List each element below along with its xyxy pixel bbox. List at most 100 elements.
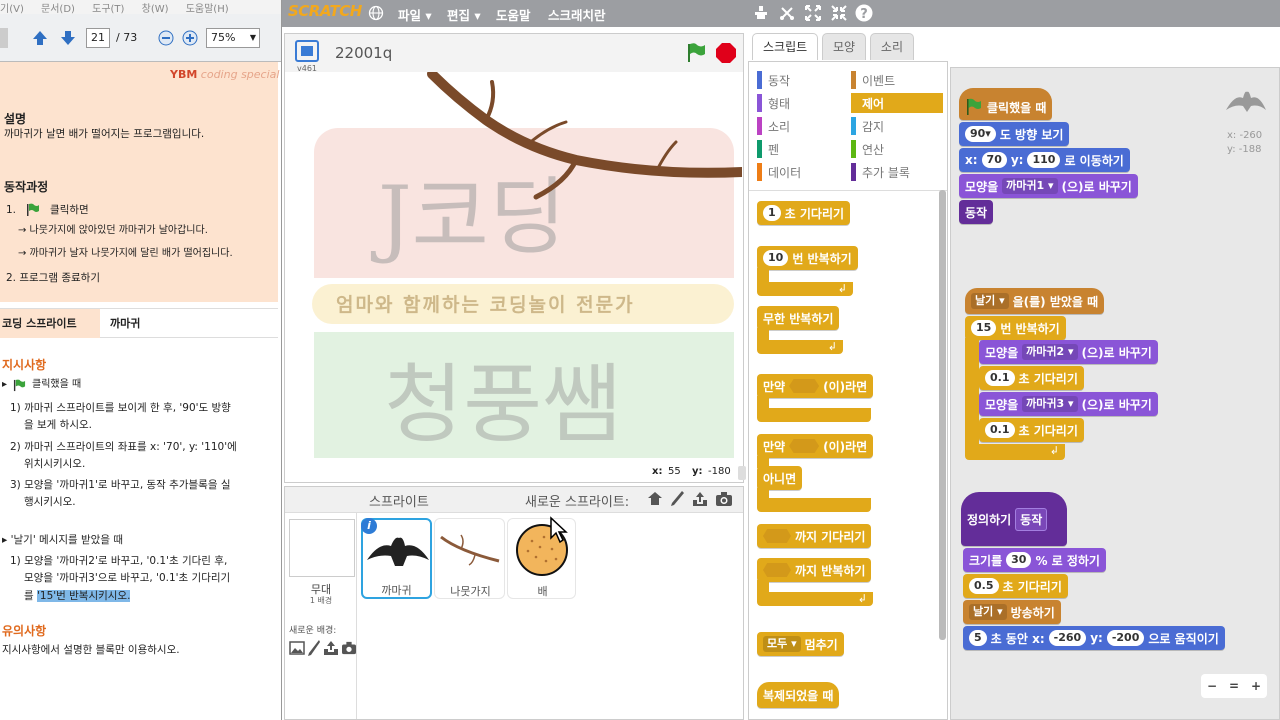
zoom-out-button[interactable]	[156, 28, 176, 48]
sprite-tile-crow[interactable]: i 까마귀	[361, 518, 432, 599]
block-forever[interactable]: 무한 반복하기	[757, 306, 840, 330]
category-events[interactable]: 이벤트	[851, 70, 943, 90]
block-dropdown[interactable]: 까마귀3 ▾	[1022, 396, 1078, 412]
block-input[interactable]: 30	[1006, 552, 1032, 568]
grow-icon[interactable]	[804, 4, 822, 22]
help-icon[interactable]: ?	[854, 3, 874, 23]
category-sound[interactable]: 소리	[757, 116, 845, 136]
backdrop-paint-icon[interactable]	[307, 639, 321, 657]
block-repeat-until[interactable]: 까지 반복하기	[757, 558, 872, 582]
define-block[interactable]: 정의하기 동작	[961, 492, 1067, 546]
block-wait[interactable]: 0.1 초 기다리기	[979, 418, 1084, 442]
boolean-slot[interactable]	[763, 563, 791, 577]
stage-canvas[interactable]: J코딩 엄마와 함께하는 코딩놀이 전문가 청풍쌤	[286, 72, 742, 464]
block-goto-xy[interactable]: x: 70 y: 110 로 이동하기	[959, 148, 1130, 172]
block-input[interactable]: 0.5	[969, 578, 999, 594]
block-switch-costume[interactable]: 모양을 까마귀1 ▾ (으)로 바꾸기	[959, 174, 1138, 198]
menu-help[interactable]: 도움말	[496, 5, 531, 24]
block-input[interactable]: 5	[969, 630, 987, 646]
block-input[interactable]: 10	[763, 250, 789, 266]
menu-about[interactable]: 스크래치란	[548, 5, 606, 24]
scratch-logo[interactable]: SCRATCH	[288, 2, 362, 20]
menu-document[interactable]: 문서(D)	[41, 4, 75, 14]
category-operators[interactable]: 연산	[851, 139, 943, 159]
block-if[interactable]: 만약 (이)라면	[757, 374, 874, 398]
zoom-reset-icon[interactable]: =	[1229, 679, 1239, 693]
menu-view[interactable]: 기(V)	[0, 4, 24, 14]
block-dropdown[interactable]: 까마귀2 ▾	[1022, 344, 1078, 360]
custom-block-name[interactable]: 동작	[1015, 507, 1048, 531]
branch-sprite[interactable]	[426, 72, 742, 212]
scripts-area[interactable]: x: -260 y: -188 클릭했을 때 90▾ 도 방향 보기 x: 70 y:…	[950, 67, 1280, 720]
menu-help[interactable]: 도움말(H)	[186, 4, 229, 14]
stop-icon[interactable]	[715, 42, 737, 64]
camera-icon[interactable]	[715, 491, 733, 507]
block-switch-costume[interactable]: 모양을 까마귀2 ▾ (으)로 바꾸기	[979, 340, 1158, 364]
block-repeat[interactable]: 15 번 반복하기	[965, 316, 1066, 340]
block-wait[interactable]: 0.5 초 기다리기	[963, 574, 1068, 598]
menu-edit[interactable]: 편집 ▾	[447, 5, 481, 24]
block-wait[interactable]: 1초 기다리기	[757, 201, 851, 225]
block-input[interactable]: 1	[763, 205, 781, 221]
backdrop-upload-icon[interactable]	[323, 640, 339, 656]
menu-tools[interactable]: 도구(T)	[92, 4, 124, 14]
block-input[interactable]: -260	[1048, 630, 1087, 646]
block-dropdown[interactable]: 모두 ▾	[763, 636, 801, 652]
boolean-slot[interactable]	[789, 439, 820, 453]
cut-icon[interactable]	[778, 4, 796, 22]
boolean-slot[interactable]	[763, 529, 791, 543]
block-when-cloned[interactable]: 복제되었을 때	[757, 682, 840, 708]
block-input[interactable]: 70	[981, 152, 1007, 168]
menu-window[interactable]: 창(W)	[142, 4, 169, 14]
block-switch-costume[interactable]: 모양을 까마귀3 ▾ (으)로 바꾸기	[979, 392, 1158, 416]
category-more-blocks[interactable]: 추가 블록	[851, 162, 943, 182]
tab-scripts[interactable]: 스크립트	[752, 33, 819, 60]
boolean-slot[interactable]	[789, 379, 820, 393]
backdrop-library-icon[interactable]	[289, 641, 305, 655]
project-title[interactable]: 22001q	[335, 44, 392, 62]
zoom-in-icon[interactable]: +	[1251, 679, 1261, 693]
tab-sounds[interactable]: 소리	[869, 33, 915, 60]
zoom-in-button[interactable]	[180, 28, 200, 48]
block-dropdown[interactable]: 날기 ▾	[971, 293, 1009, 309]
block-broadcast[interactable]: 날기 ▾ 방송하기	[963, 600, 1061, 624]
block-input[interactable]: -200	[1106, 630, 1145, 646]
category-data[interactable]: 데이터	[757, 162, 845, 182]
block-dropdown[interactable]: 날기 ▾	[969, 604, 1007, 620]
block-stop[interactable]: 모두 ▾ 멈추기	[757, 632, 844, 656]
sprite-library-icon[interactable]	[647, 491, 663, 507]
tab-costumes[interactable]: 모양	[822, 33, 867, 60]
prev-page-button[interactable]	[30, 28, 50, 48]
backdrop-thumbnail[interactable]	[289, 519, 355, 577]
category-control[interactable]: 제어	[851, 93, 943, 113]
shrink-icon[interactable]	[830, 4, 848, 22]
stage-collapse-handle[interactable]	[738, 466, 746, 480]
next-page-button[interactable]	[58, 28, 78, 48]
category-looks[interactable]: 형태	[757, 93, 845, 113]
hat-receive-message[interactable]: 날기 ▾ 을(를) 받았을 때	[965, 288, 1105, 314]
block-wait[interactable]: 0.1 초 기다리기	[979, 366, 1084, 390]
block-input[interactable]: 110	[1027, 152, 1061, 168]
menu-file[interactable]: 파일 ▾	[398, 5, 432, 24]
hat-green-flag[interactable]: 클릭했을 때	[959, 88, 1053, 120]
backdrop-camera-icon[interactable]	[341, 641, 357, 655]
upload-icon[interactable]	[691, 490, 709, 508]
page-number-input[interactable]: 21	[86, 28, 110, 48]
block-input[interactable]: 0.1	[985, 370, 1015, 386]
block-glide[interactable]: 5초 동안 x: -260 y: -200 으로 움직이기	[963, 626, 1225, 650]
fullscreen-icon[interactable]	[295, 40, 319, 62]
block-wait-until[interactable]: 까지 기다리기	[757, 524, 872, 548]
category-pen[interactable]: 펜	[757, 139, 845, 159]
palette-scrollbar[interactable]	[939, 190, 946, 640]
block-dropdown[interactable]: 까마귀1 ▾	[1002, 178, 1058, 194]
block-input[interactable]: 90▾	[965, 126, 996, 142]
block-input[interactable]: 15	[971, 320, 997, 336]
globe-icon[interactable]	[368, 5, 384, 21]
category-sensing[interactable]: 감지	[851, 116, 943, 136]
sprite-tile-branch[interactable]: 나뭇가지	[434, 518, 505, 599]
zoom-select[interactable]: 75% ▼	[206, 28, 260, 48]
zoom-out-icon[interactable]: −	[1207, 679, 1217, 693]
category-motion[interactable]: 동작	[757, 70, 845, 90]
duplicate-stamp-icon[interactable]	[752, 4, 770, 22]
green-flag-icon[interactable]	[685, 42, 707, 64]
